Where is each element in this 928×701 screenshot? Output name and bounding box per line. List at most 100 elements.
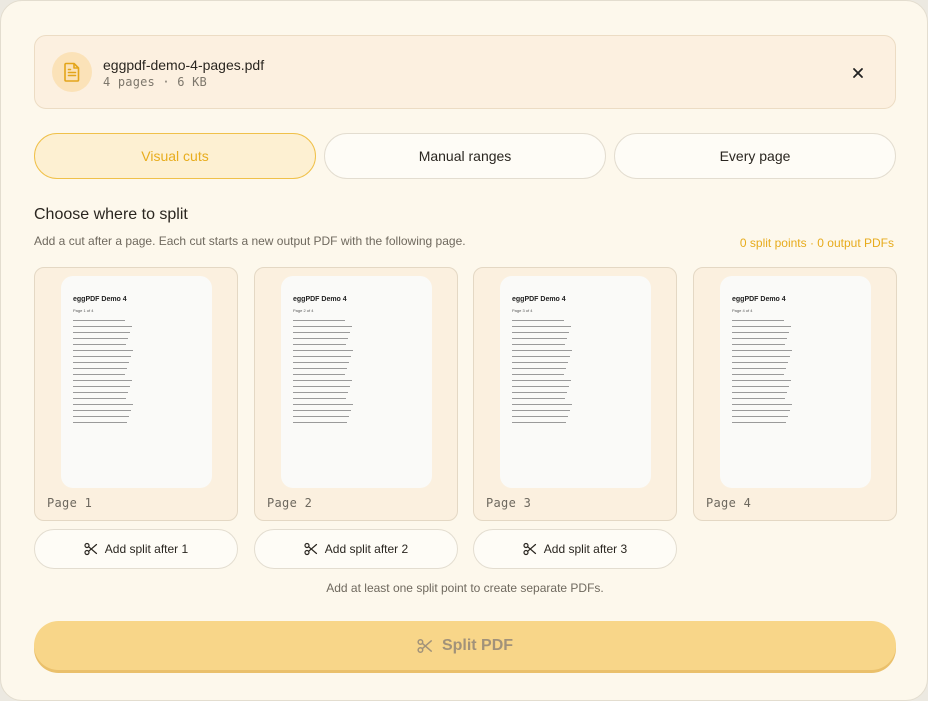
scissors-icon xyxy=(417,638,432,653)
split-button-label: Add split after 1 xyxy=(104,542,189,556)
thumbnail-text-line xyxy=(732,386,789,387)
page-label: Page 1 xyxy=(47,496,93,510)
thumbnail-text-line xyxy=(732,404,792,405)
scissors-icon xyxy=(84,542,97,556)
thumbnail-text-line xyxy=(512,374,564,375)
split-button-label: Add split after 3 xyxy=(543,542,628,556)
thumbnail-text-line xyxy=(293,320,345,321)
thumbnail-text-line xyxy=(293,422,347,423)
thumbnail-text-line xyxy=(73,410,131,411)
thumbnail-text-line xyxy=(512,350,572,351)
remove-file-button[interactable] xyxy=(847,62,869,84)
thumbnail-text-line xyxy=(73,392,128,393)
thumbnail-text-line xyxy=(732,416,788,417)
thumbnail-text-line xyxy=(293,362,349,363)
thumbnail-text-line xyxy=(293,410,351,411)
thumbnail-text-line xyxy=(73,350,133,351)
thumbnail-text-line xyxy=(732,392,787,393)
thumbnail-text-line xyxy=(512,386,569,387)
page-card-2: eggPDF Demo 4 Page 2 of 4 Page 2 xyxy=(254,267,458,521)
thumbnail-text-line xyxy=(512,410,570,411)
thumbnail-text-line xyxy=(73,344,126,345)
page-thumbnail: eggPDF Demo 4 Page 3 of 4 xyxy=(500,276,651,488)
tab-manual-ranges[interactable]: Manual ranges xyxy=(324,133,606,179)
tab-visual-cuts[interactable]: Visual cuts xyxy=(34,133,316,179)
thumbnail-text-line xyxy=(512,380,571,381)
thumbnail-text-line xyxy=(512,392,567,393)
thumbnail-text-line xyxy=(73,416,129,417)
thumbnail-text-line xyxy=(512,404,572,405)
thumbnail-text-line xyxy=(512,332,569,333)
add-split-after-3-button[interactable]: Add split after 3 xyxy=(473,529,677,569)
split-mode-tabs: Visual cuts Manual ranges Every page xyxy=(34,133,896,179)
thumbnail-subtitle: Page 1 of 4 xyxy=(73,308,94,313)
thumbnail-text-line xyxy=(512,422,566,423)
thumbnail-text-line xyxy=(293,326,352,327)
thumbnail-text-lines xyxy=(732,320,792,428)
thumbnail-subtitle: Page 4 of 4 xyxy=(732,308,753,313)
section-title: Choose where to split xyxy=(34,206,188,223)
thumbnail-text-line xyxy=(73,320,125,321)
page-label: Page 4 xyxy=(706,496,752,510)
thumbnail-text-line xyxy=(512,416,568,417)
add-split-after-1-button[interactable]: Add split after 1 xyxy=(34,529,238,569)
tab-every-page[interactable]: Every page xyxy=(614,133,896,179)
file-meta: 4 pages · 6 KB xyxy=(103,75,207,89)
thumbnail-text-line xyxy=(293,356,351,357)
thumbnail-text-line xyxy=(512,398,565,399)
split-button-label: Add split after 2 xyxy=(324,542,409,556)
thumbnail-title: eggPDF Demo 4 xyxy=(732,296,786,303)
thumbnail-text-line xyxy=(732,350,792,351)
thumbnail-text-line xyxy=(73,356,131,357)
thumbnail-text-line xyxy=(293,386,350,387)
thumbnail-text-line xyxy=(293,404,353,405)
thumbnail-text-line xyxy=(293,368,347,369)
thumbnail-text-line xyxy=(73,338,128,339)
page-thumbnail: eggPDF Demo 4 Page 2 of 4 xyxy=(281,276,432,488)
thumbnail-text-line xyxy=(512,338,567,339)
split-pdf-button[interactable]: Split PDF xyxy=(34,621,896,670)
thumbnail-text-line xyxy=(732,368,786,369)
thumbnail-text-line xyxy=(732,344,785,345)
thumbnail-text-line xyxy=(293,416,349,417)
thumbnail-text-line xyxy=(732,362,788,363)
thumbnail-title: eggPDF Demo 4 xyxy=(73,296,127,303)
thumbnail-text-line xyxy=(512,326,571,327)
hint-text: Add at least one split point to create s… xyxy=(326,581,604,595)
page-label: Page 2 xyxy=(267,496,313,510)
thumbnail-text-line xyxy=(732,326,791,327)
thumbnail-text-line xyxy=(732,380,791,381)
thumbnail-title: eggPDF Demo 4 xyxy=(512,296,566,303)
thumbnail-subtitle: Page 2 of 4 xyxy=(293,308,314,313)
thumbnail-text-line xyxy=(73,398,126,399)
section-description: Add a cut after a page. Each cut starts … xyxy=(34,234,466,248)
page-card-4: eggPDF Demo 4 Page 4 of 4 Page 4 xyxy=(693,267,897,521)
thumbnail-text-line xyxy=(512,368,566,369)
thumbnail-text-lines xyxy=(73,320,133,428)
page-card-3: eggPDF Demo 4 Page 3 of 4 Page 3 xyxy=(473,267,677,521)
page-label: Page 3 xyxy=(486,496,532,510)
thumbnail-text-line xyxy=(732,356,790,357)
thumbnail-text-line xyxy=(732,374,784,375)
thumbnail-text-line xyxy=(293,392,348,393)
file-name: eggpdf-demo-4-pages.pdf xyxy=(103,57,265,73)
page-card-1: eggPDF Demo 4 Page 1 of 4 Page 1 xyxy=(34,267,238,521)
thumbnail-text-line xyxy=(73,368,127,369)
document-icon xyxy=(52,52,92,92)
add-split-after-2-button[interactable]: Add split after 2 xyxy=(254,529,458,569)
thumbnail-subtitle: Page 3 of 4 xyxy=(512,308,533,313)
thumbnail-text-line xyxy=(73,374,125,375)
thumbnail-text-line xyxy=(732,332,789,333)
split-counts: 0 split points · 0 output PDFs xyxy=(739,236,894,250)
scissors-icon xyxy=(523,542,536,556)
split-panel: eggpdf-demo-4-pages.pdf 4 pages · 6 KB V… xyxy=(0,0,928,701)
thumbnail-text-line xyxy=(73,404,133,405)
thumbnail-text-line xyxy=(73,362,129,363)
thumbnail-text-line xyxy=(73,326,132,327)
thumbnail-text-line xyxy=(73,380,132,381)
thumbnail-text-line xyxy=(293,374,345,375)
split-pdf-label: Split PDF xyxy=(441,636,514,654)
thumbnail-title: eggPDF Demo 4 xyxy=(293,296,347,303)
thumbnail-text-line xyxy=(293,380,352,381)
thumbnail-text-line xyxy=(293,350,353,351)
